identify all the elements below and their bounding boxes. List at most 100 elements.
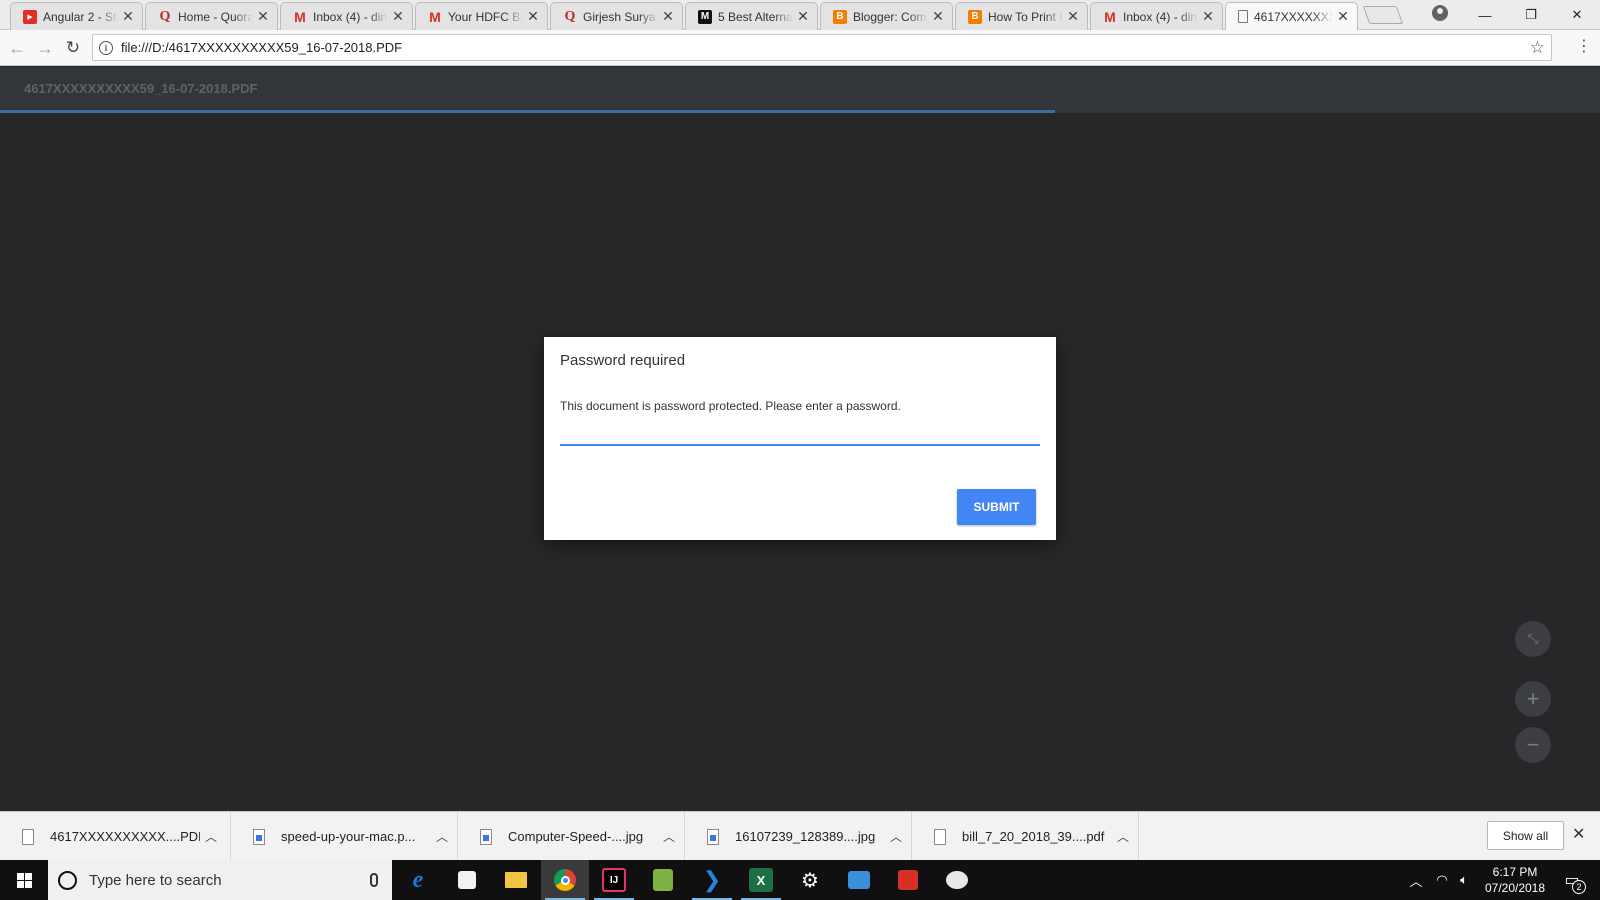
chrome-icon[interactable] [541, 860, 589, 900]
close-window-button[interactable]: ✕ [1554, 0, 1600, 30]
zoom-out-button[interactable]: − [1515, 727, 1551, 763]
close-icon[interactable]: ✕ [527, 8, 539, 25]
zoom-in-button[interactable]: + [1515, 681, 1551, 717]
edge-icon[interactable]: e [394, 860, 442, 900]
paint-icon[interactable] [933, 860, 981, 900]
tab-hdfc-bank[interactable]: M Your HDFC Bank ✕ [415, 2, 548, 30]
tab-quora-home[interactable]: Q Home - Quora ✕ [145, 2, 278, 30]
pdf-viewer-toolbar: 4617XXXXXXXXXX59_16-07-2018.PDF [0, 67, 1600, 113]
minimize-button[interactable]: — [1462, 0, 1508, 30]
download-filename: 4617XXXXXXXXXX....PDF [50, 829, 200, 844]
close-icon[interactable]: ✕ [257, 8, 269, 25]
tab-gmail-inbox-2[interactable]: M Inbox (4) - dinesh ✕ [1090, 2, 1223, 30]
new-tab-button[interactable] [1362, 6, 1404, 24]
close-icon[interactable]: ✕ [392, 8, 404, 25]
dialog-title: Password required [560, 352, 686, 369]
download-filename: speed-up-your-mac.p... [281, 829, 416, 844]
microphone-icon[interactable] [370, 873, 378, 887]
action-center-icon[interactable]: ▭ 2 [1560, 868, 1586, 894]
settings-icon[interactable]: ⚙ [786, 860, 834, 900]
notepad-plus-icon[interactable] [639, 860, 687, 900]
download-item[interactable]: 16107239_128389....jpg ︿ [685, 812, 912, 861]
bookmark-star-icon[interactable]: ☆ [1530, 38, 1545, 58]
chevron-up-icon[interactable]: ︿ [200, 828, 222, 845]
chevron-up-icon[interactable]: ︿ [1406, 860, 1426, 900]
download-shelf: 4617XXXXXXXXXX....PDF ︿ speed-up-your-ma… [0, 811, 1600, 861]
file-explorer-icon[interactable] [492, 860, 540, 900]
volume-icon[interactable]: 🔈︎ [1454, 860, 1474, 900]
cortana-icon [58, 870, 77, 890]
medium-icon: M [698, 9, 712, 24]
document-icon [1238, 10, 1248, 23]
close-icon[interactable]: ✕ [122, 8, 134, 25]
tab-medium[interactable]: M 5 Best Alternatives ✕ [685, 2, 818, 30]
tab-title: Your HDFC Bank [448, 9, 523, 24]
url-text[interactable]: file:///D:/4617XXXXXXXXXX59_16-07-2018.P… [121, 40, 1530, 55]
chevron-up-icon[interactable]: ︿ [431, 828, 453, 845]
close-icon[interactable]: ✕ [1067, 8, 1079, 25]
download-item[interactable]: speed-up-your-mac.p... ︿ [231, 812, 458, 861]
image-file-icon [253, 828, 265, 845]
gmail-icon: M [429, 8, 441, 25]
intellij-icon[interactable]: IJ [590, 860, 638, 900]
forward-arrow-icon[interactable]: → [34, 37, 56, 59]
download-item[interactable]: 4617XXXXXXXXXX....PDF ︿ [0, 812, 231, 861]
close-icon[interactable]: ✕ [932, 8, 944, 25]
tab-angular[interactable]: ▶ Angular 2 - Stack Overflow ✕ [10, 2, 143, 30]
tab-title: 5 Best Alternatives [718, 9, 793, 24]
submit-button[interactable]: SUBMIT [957, 489, 1036, 525]
browser-menu-icon[interactable]: ⋮ [1576, 39, 1592, 57]
browser-toolbar: ← → ↻ i file:///D:/4617XXXXXXXXXX59_16-0… [0, 30, 1600, 66]
chevron-up-icon[interactable]: ︿ [885, 828, 907, 845]
back-arrow-icon[interactable]: ← [6, 37, 28, 59]
document-title: 4617XXXXXXXXXX59_16-07-2018.PDF [24, 81, 258, 96]
restore-button[interactable]: ❐ [1508, 0, 1554, 30]
fit-to-page-icon[interactable]: ⤡ [1515, 621, 1551, 657]
close-icon[interactable]: ✕ [1572, 824, 1585, 844]
close-icon[interactable]: ✕ [1202, 8, 1214, 25]
clock-date: 07/20/2018 [1484, 881, 1546, 895]
pdf-file-icon [22, 828, 34, 845]
tab-title: Blogger: Computer [853, 9, 928, 24]
tab-title: Girjesh Suryawanshi [583, 9, 658, 24]
close-icon[interactable]: ✕ [797, 8, 809, 25]
tab-gmail-inbox[interactable]: M Inbox (4) - dinesh ✕ [280, 2, 413, 30]
tab-title: Inbox (4) - dinesh [1123, 9, 1198, 24]
remote-desktop-icon[interactable] [835, 860, 883, 900]
info-icon[interactable]: i [99, 40, 113, 55]
tab-list: ▶ Angular 2 - Stack Overflow ✕ Q Home - … [10, 2, 1360, 30]
tab-print-pdf[interactable]: B How To Print PDF ✕ [955, 2, 1088, 30]
close-icon[interactable]: ✕ [662, 8, 674, 25]
notification-count: 2 [1572, 880, 1586, 894]
taskbar-clock[interactable]: 6:17 PM 07/20/2018 [1474, 864, 1556, 896]
gmail-icon: M [1104, 8, 1116, 25]
dialog-message: This document is password protected. Ple… [560, 399, 901, 413]
tab-pdf-document[interactable]: 4617XXXXXXXXXX59 ✕ [1225, 2, 1358, 30]
password-dialog: Password required This document is passw… [544, 337, 1056, 540]
reload-icon[interactable]: ↻ [62, 37, 84, 59]
download-filename: 16107239_128389....jpg [735, 829, 876, 844]
chevron-up-icon[interactable]: ︿ [1112, 828, 1134, 845]
browser-tab-strip: ▶ Angular 2 - Stack Overflow ✕ Q Home - … [0, 0, 1600, 30]
tab-title: How To Print PDF [988, 9, 1063, 24]
download-item[interactable]: bill_7_20_2018_39....pdf ︿ [912, 812, 1139, 861]
excel-icon[interactable]: X [737, 860, 785, 900]
show-all-button[interactable]: Show all [1487, 821, 1564, 850]
tab-blogger[interactable]: B Blogger: Computer ✕ [820, 2, 953, 30]
download-item[interactable]: Computer-Speed-....jpg ︿ [458, 812, 685, 861]
start-button[interactable] [0, 860, 48, 900]
tab-title: 4617XXXXXXXXXX59 [1254, 9, 1333, 24]
image-file-icon [707, 828, 719, 845]
close-icon[interactable]: ✕ [1337, 8, 1349, 25]
chevron-up-icon[interactable]: ︿ [658, 828, 680, 845]
address-bar[interactable]: i file:///D:/4617XXXXXXXXXX59_16-07-2018… [92, 34, 1552, 61]
pdf-app-icon[interactable] [884, 860, 932, 900]
blogger-icon: B [833, 9, 847, 24]
tab-quora-profile[interactable]: Q Girjesh Suryawanshi ✕ [550, 2, 683, 30]
sticky-notes-icon[interactable] [443, 860, 491, 900]
taskbar-search[interactable]: Type here to search [48, 860, 392, 900]
wifi-icon[interactable]: ◠ [1432, 860, 1452, 900]
profile-icon[interactable] [1432, 5, 1448, 21]
password-input[interactable] [560, 422, 1040, 446]
vscode-icon[interactable]: ❯ [688, 860, 736, 900]
